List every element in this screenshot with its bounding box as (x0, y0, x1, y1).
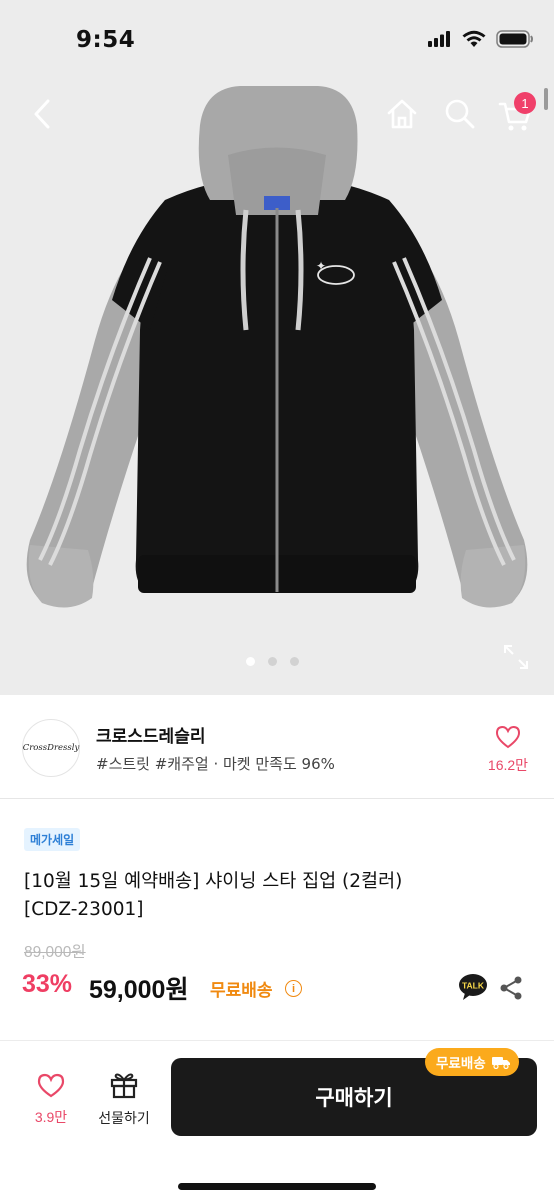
cart-count-badge: 1 (514, 92, 536, 114)
back-button[interactable] (26, 96, 58, 132)
bottom-action-bar: 3.9만 선물하기 구매하기 무료배송 (0, 1040, 554, 1200)
discount-rate: 33% (22, 970, 73, 998)
original-price: 89,000원 (24, 944, 86, 961)
heart-icon (37, 1073, 65, 1098)
status-icons (428, 30, 534, 48)
product-title-line1: [10월 15일 예약배송] 샤이닝 스타 집업 (2컬러) (24, 871, 403, 892)
expand-icon (504, 645, 528, 669)
talk-label: TALK (462, 981, 485, 991)
shipping-info-icon[interactable]: i (285, 980, 302, 997)
home-icon (387, 99, 417, 129)
product-title: [10월 15일 예약배송] 샤이닝 스타 집업 (2컬러) [CDZ-2300… (24, 868, 504, 924)
home-indicator[interactable] (178, 1183, 376, 1190)
expand-image-button[interactable] (502, 643, 530, 671)
gift-label: 선물하기 (98, 1111, 150, 1127)
heart-icon (495, 725, 521, 749)
top-navigation (0, 92, 554, 136)
gallery-page-indicator (246, 657, 299, 666)
battery-icon (496, 30, 533, 48)
store-tags: #스트릿 #캐주얼 · 마켓 만족도 96% (96, 755, 335, 773)
share-icon (500, 976, 522, 1000)
like-count: 3.9만 (34, 1109, 68, 1125)
signal-icon (428, 31, 450, 47)
search-icon (445, 99, 475, 129)
status-time: 9:54 (76, 27, 136, 53)
svg-text:✦: ✦ (316, 259, 326, 273)
status-bar: 9:54 (0, 0, 554, 84)
gallery-dot[interactable] (290, 657, 299, 666)
free-shipping-label: 무료배송 (210, 981, 273, 1001)
store-name[interactable]: 크로스드레슬리 (96, 722, 205, 747)
product-image-gallery[interactable]: ✦ 9:54 1 (0, 0, 554, 695)
gallery-dot[interactable] (268, 657, 277, 666)
product-title-line2: [CDZ-23001] (24, 899, 144, 920)
store-logo[interactable]: CrossDressly (22, 719, 80, 777)
gift-button[interactable]: 선물하기 (92, 1071, 156, 1128)
store-section[interactable]: CrossDressly 크로스드레슬리 #스트릿 #캐주얼 · 마켓 만족도 … (0, 695, 554, 799)
store-like-count: 16.2만 (487, 757, 529, 773)
wifi-icon (462, 30, 486, 47)
store-like-button[interactable]: 16.2만 (482, 725, 534, 775)
share-button[interactable] (498, 975, 524, 1001)
scrollbar[interactable] (544, 88, 548, 110)
sale-price: 59,000원 (89, 976, 189, 1004)
free-shipping-tag-label: 무료배송 (436, 1056, 486, 1072)
like-button[interactable]: 3.9만 (28, 1073, 74, 1127)
home-button[interactable] (384, 96, 420, 132)
talk-icon: TALK (459, 974, 487, 1000)
mega-sale-badge: 메가세일 (24, 828, 81, 851)
gift-icon (110, 1073, 138, 1099)
kakao-talk-button[interactable]: TALK (458, 973, 488, 1001)
gallery-dot-active[interactable] (246, 657, 255, 666)
product-info: 메가세일 [10월 15일 예약배송] 샤이닝 스타 집업 (2컬러) [CDZ… (0, 800, 554, 1038)
truck-icon (491, 1057, 510, 1069)
search-button[interactable] (442, 96, 478, 132)
free-shipping-tag: 무료배송 (425, 1048, 519, 1076)
chevron-left-icon (34, 99, 50, 129)
